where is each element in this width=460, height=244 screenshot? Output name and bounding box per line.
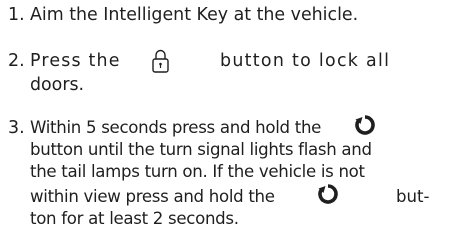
instruction-document: 1. Aim the Intelligent Key at the vehicle… [0, 0, 460, 244]
remote-start-icon [354, 114, 376, 136]
step-3-text-2: button until the turn signal lights flas… [30, 140, 372, 159]
step-3-text-1: Within 5 seconds press and hold the [30, 118, 322, 137]
step-1-text: Aim the Intelligent Key at the vehicle. [30, 5, 359, 25]
step-3-number: 3. [8, 118, 25, 138]
lock-button-icon [150, 48, 172, 74]
step-1-number: 1. [8, 5, 25, 25]
step-2-text-part-2: button to lock all [220, 51, 391, 71]
step-2-number: 2. [8, 51, 25, 71]
step-1: 1. Aim the Intelligent Key at the vehicle… [8, 4, 358, 26]
step-3-text-5: but- [396, 187, 430, 206]
step-2-text-part-3: doors. [30, 75, 85, 95]
step-2-text-part-1: Press the [30, 51, 121, 71]
step-3-line-1: 3. Within 5 seconds press and hold the [8, 117, 321, 139]
step-3-text-3: the tail lamps turn on. If the vehicle i… [30, 162, 365, 181]
step-2-number-line: 2. Press the [8, 50, 121, 72]
remote-start-icon [317, 183, 339, 205]
step-3-text-4: within view press and hold the [30, 187, 275, 206]
step-3-text-6: ton for at least 2 seconds. [30, 209, 239, 228]
